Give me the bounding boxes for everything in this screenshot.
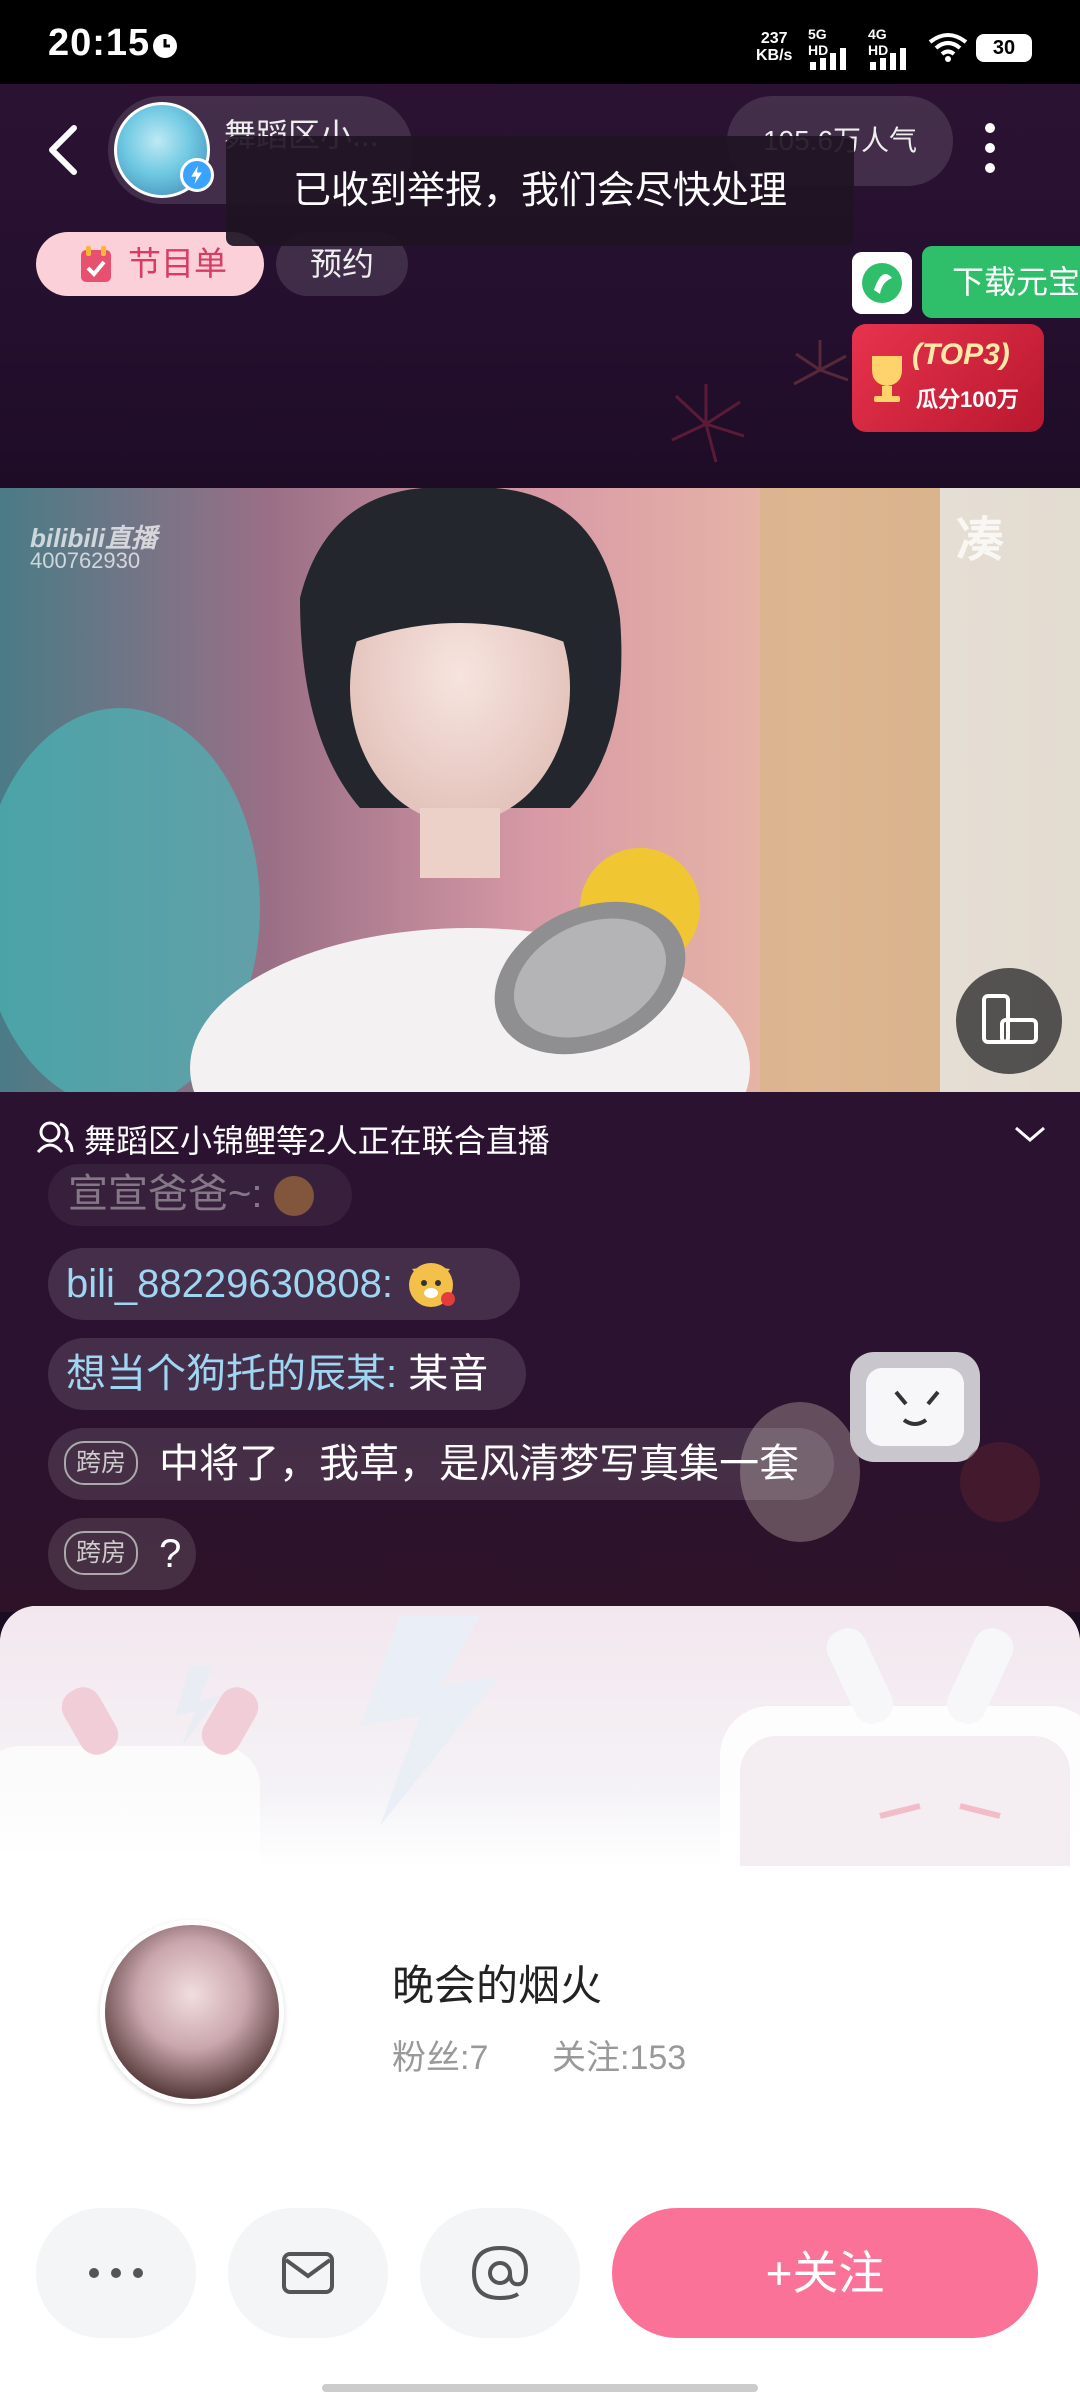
video-frame	[0, 488, 1080, 1092]
status-time: 20:15	[48, 22, 151, 64]
more-actions-button[interactable]	[36, 2208, 196, 2338]
report-toast: 已收到举报，我们会尽快处理	[226, 136, 854, 246]
top3-promo-banner[interactable]: (TOP3) 瓜分100万	[852, 324, 1044, 432]
speed-unit: KB/s	[756, 47, 793, 64]
download-yuanbao-button[interactable]: 下载元宝	[922, 246, 1080, 318]
chat-text: 中将了，我草，是风清梦写真集一套	[159, 1442, 800, 1486]
dog-emoji-icon	[409, 1263, 456, 1308]
speed-value: 237	[760, 30, 788, 47]
home-indicator[interactable]	[322, 2384, 758, 2392]
at-sign-icon	[471, 2245, 529, 2301]
chat-message: 宣宣爸爸~:	[48, 1164, 352, 1226]
ellipsis-icon	[89, 2268, 143, 2278]
wifi-icon	[928, 33, 968, 62]
chat-message: bili_88229630808:	[48, 1248, 520, 1320]
message-button[interactable]	[228, 2208, 388, 2338]
chat-message: 想当个狗托的辰某: 某音	[48, 1338, 526, 1410]
chevron-down-icon[interactable]	[1012, 1122, 1048, 1146]
rotate-screen-icon[interactable]	[956, 968, 1062, 1074]
more-options-icon[interactable]	[976, 118, 1004, 178]
emoji-icon	[273, 1176, 314, 1217]
mail-icon	[282, 2252, 334, 2294]
chat-text: 某音	[408, 1352, 489, 1396]
room-id: 400762930	[30, 548, 141, 573]
chat-username[interactable]: 想当个狗托的辰某:	[48, 1352, 397, 1396]
mention-button[interactable]	[420, 2208, 580, 2338]
chat-message: 跨房 ?	[48, 1518, 196, 1590]
multi-user-icon	[36, 1121, 74, 1154]
video-corner-mark: 凑	[956, 514, 1005, 567]
sheet-header-decoration	[0, 1606, 1080, 1866]
joint-live-text: 舞蹈区小锦鲤等2人正在联合直播	[84, 1123, 550, 1159]
cross-room-tag: 跨房	[64, 1441, 139, 1486]
chat-message: 跨房 中将了，我草，是风清梦写真集一套	[48, 1428, 834, 1500]
alarm-icon	[153, 34, 177, 58]
signal-bars-icon	[870, 48, 906, 70]
lightning-badge-icon	[180, 158, 214, 192]
chat-text: ?	[159, 1532, 182, 1576]
signal-bars-icon	[810, 48, 846, 70]
trophy-icon	[872, 356, 902, 402]
fans-count: 粉丝:7	[392, 2039, 489, 2077]
battery-indicator: 30	[976, 34, 1032, 62]
back-arrow-icon[interactable]	[42, 122, 86, 178]
chat-username[interactable]: bili_88229630808:	[48, 1262, 393, 1306]
promo-title: (TOP3)	[912, 338, 1010, 371]
user-name: 晚会的烟火	[392, 1962, 603, 2009]
program-list-label: 节目单	[128, 245, 227, 282]
user-avatar[interactable]	[100, 1920, 284, 2104]
chat-username[interactable]: 宣宣爸爸~:	[48, 1172, 262, 1216]
follow-button[interactable]: +关注	[612, 2208, 1038, 2338]
network-speed: 237 KB/s	[756, 30, 792, 64]
following-count: 关注:153	[552, 2039, 687, 2077]
promo-subtitle: 瓜分100万	[916, 387, 1019, 412]
cross-room-tag: 跨房	[64, 1531, 139, 1576]
calendar-icon	[81, 246, 111, 282]
yuanbao-logo-icon[interactable]	[852, 252, 912, 314]
live-video[interactable]	[0, 488, 1080, 1092]
